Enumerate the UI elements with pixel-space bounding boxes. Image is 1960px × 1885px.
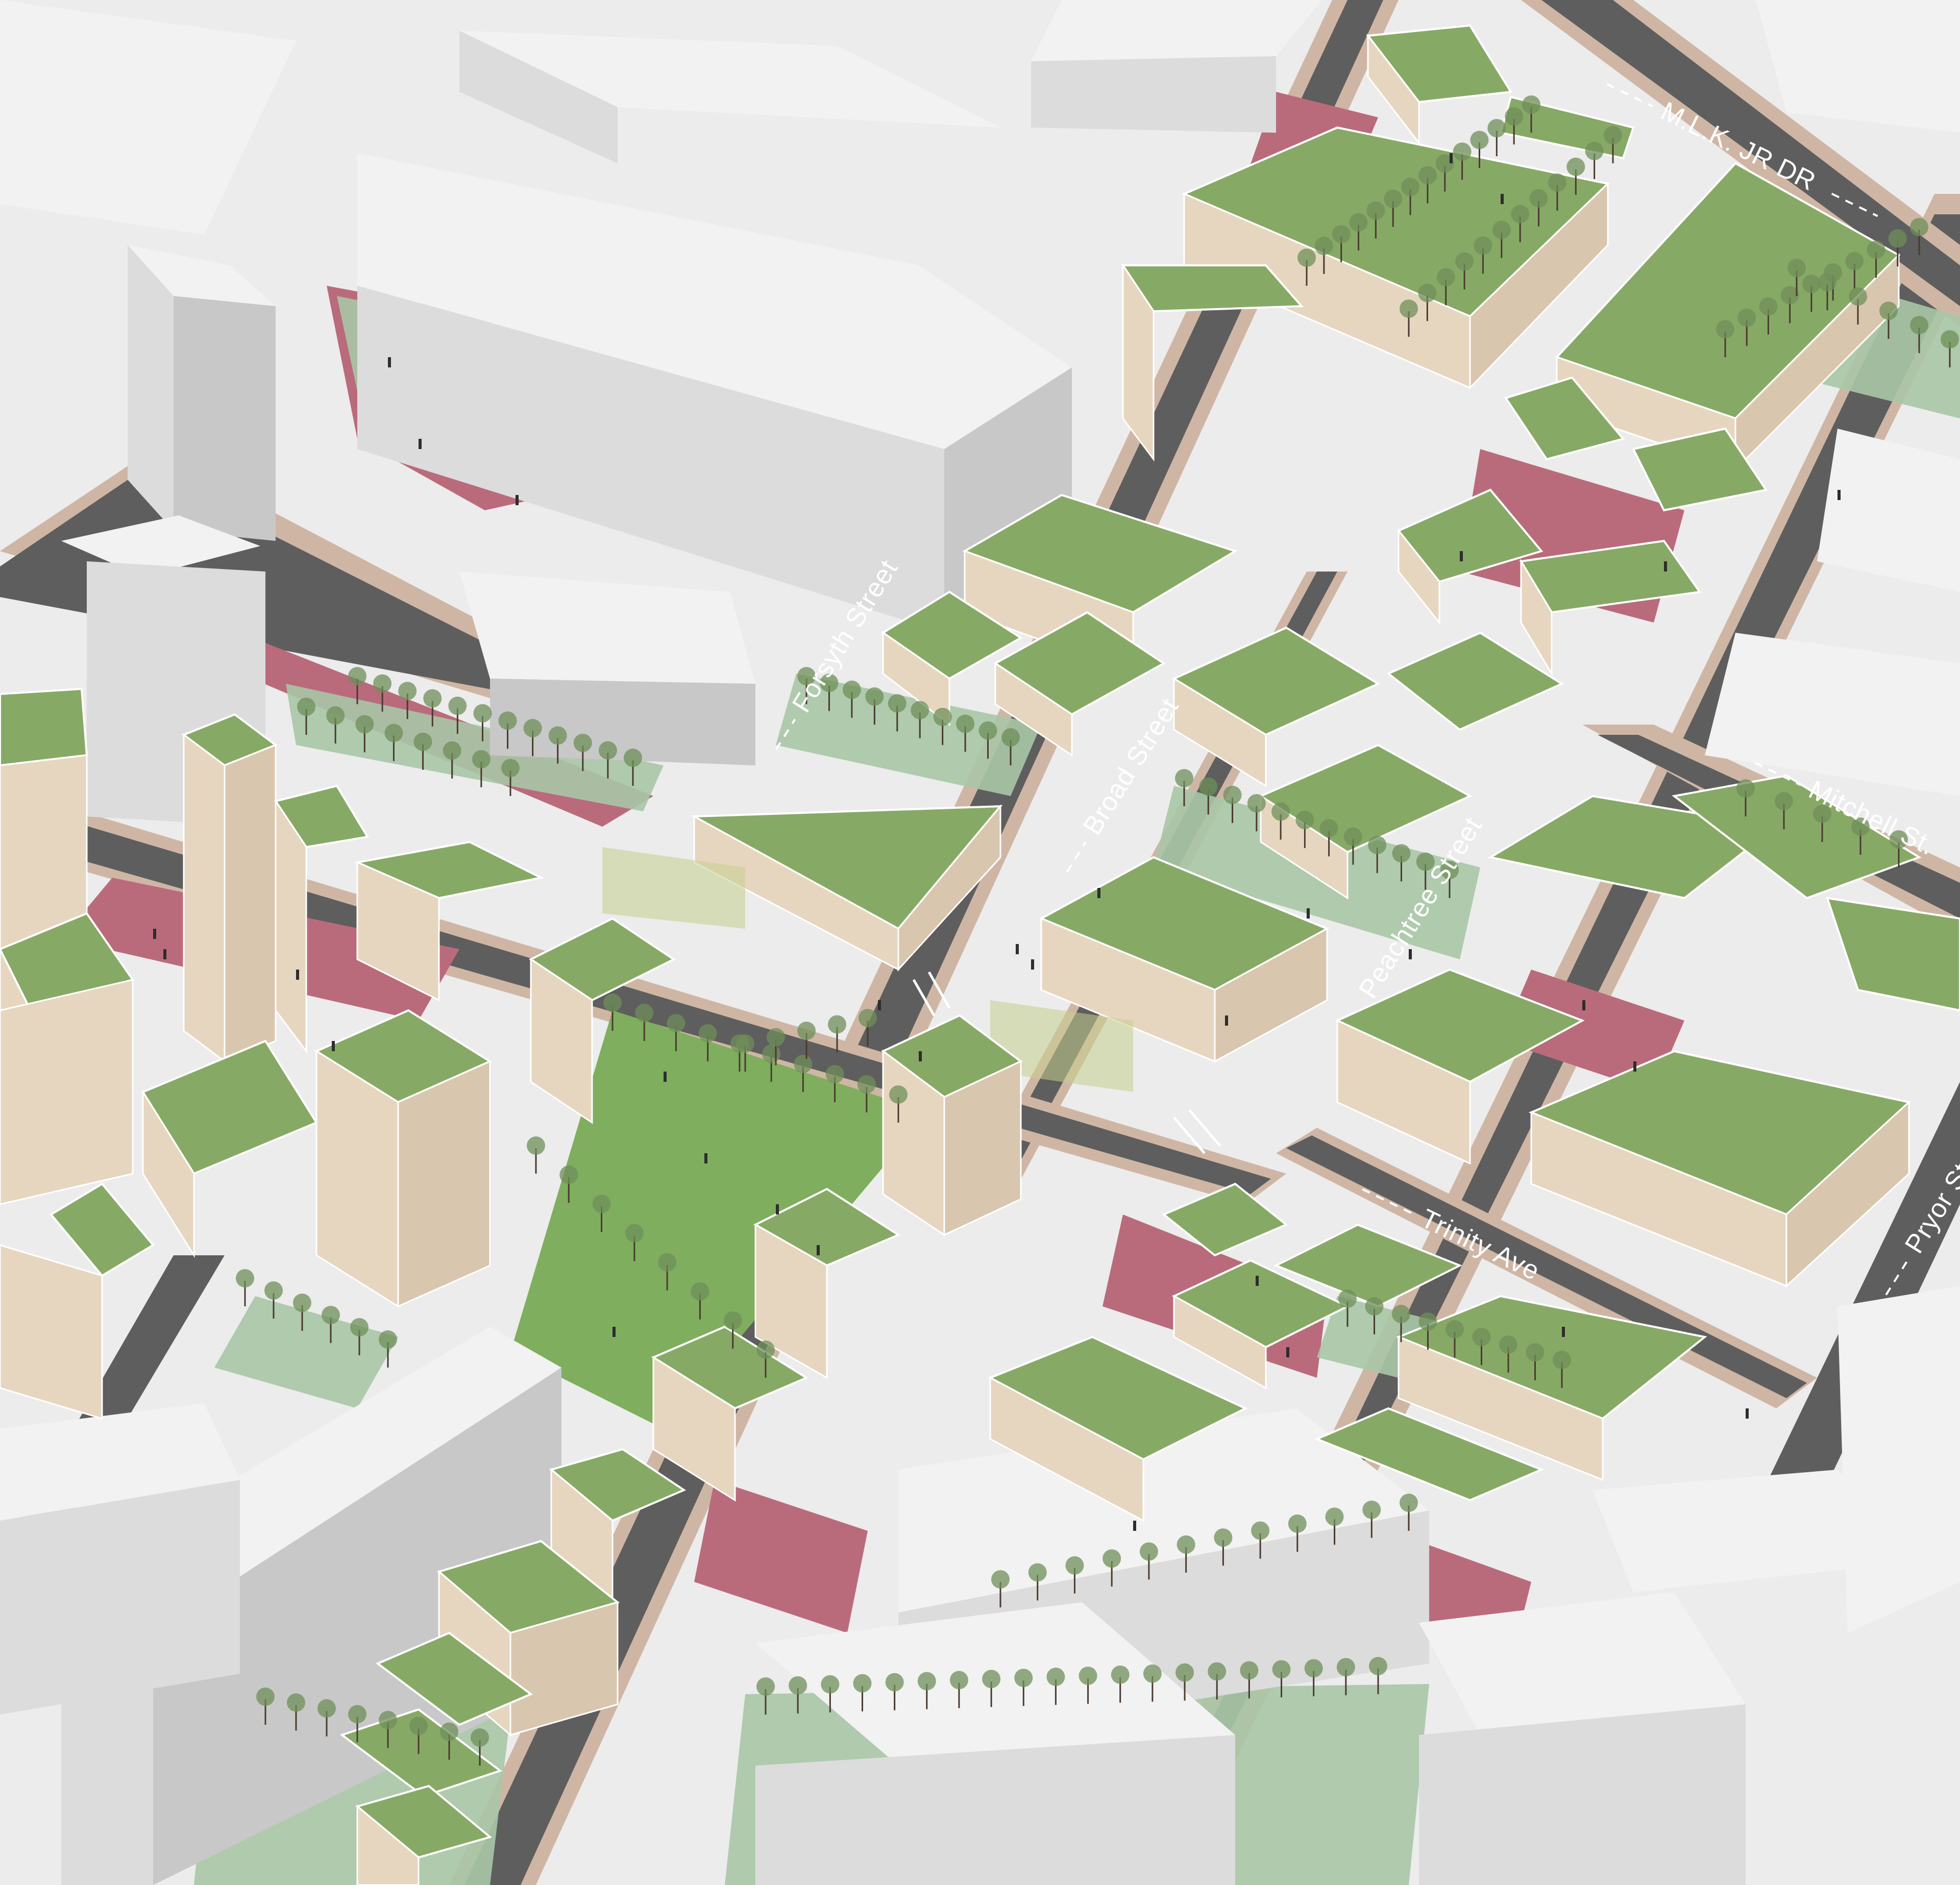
context-building-roof xyxy=(1031,0,1322,61)
pedestrian xyxy=(1307,908,1310,919)
context-building-wall xyxy=(1419,1704,1746,1885)
green-roof xyxy=(0,687,88,767)
pedestrian xyxy=(1501,194,1504,204)
pedestrian xyxy=(388,357,391,367)
pedestrian xyxy=(1225,1015,1228,1026)
pedestrian xyxy=(1016,944,1019,954)
pedestrian xyxy=(1582,1000,1585,1010)
pedestrian xyxy=(332,1041,335,1051)
pedestrian xyxy=(612,1327,616,1337)
pedestrian xyxy=(296,970,299,980)
pedestrian xyxy=(1633,1061,1636,1072)
pedestrian xyxy=(1286,1347,1289,1357)
pedestrian xyxy=(516,495,519,505)
pedestrian xyxy=(163,949,166,959)
building-wall xyxy=(224,743,277,1063)
pedestrian xyxy=(1256,1276,1259,1286)
context-building-roof xyxy=(1837,1286,1960,1633)
pedestrian xyxy=(419,439,422,449)
pedestrian xyxy=(1460,551,1463,561)
pedestrian xyxy=(1097,888,1100,898)
building-wall xyxy=(0,979,134,1205)
pedestrian xyxy=(1746,1408,1749,1419)
pedestrian xyxy=(704,1153,707,1163)
pedestrian xyxy=(664,1072,667,1082)
context-tower-wall xyxy=(174,296,276,541)
pedestrian xyxy=(1562,1327,1565,1337)
building-wall xyxy=(183,733,226,1063)
context-building-wall xyxy=(1031,56,1276,133)
pedestrian xyxy=(1133,1521,1136,1531)
pedestrian xyxy=(1837,490,1841,500)
building-wall xyxy=(397,1060,491,1308)
building-wall xyxy=(0,1244,103,1420)
pedestrian xyxy=(776,1204,779,1214)
pedestrian xyxy=(817,1245,820,1255)
pedestrian xyxy=(919,1051,922,1061)
pedestrian xyxy=(153,929,156,939)
pedestrian xyxy=(878,1000,881,1010)
pedestrian xyxy=(1031,959,1034,970)
context-building-wall xyxy=(0,1480,240,1715)
isometric-site-map: Forsyth Street Broad Street Peachtree St… xyxy=(0,0,1960,1885)
pedestrian xyxy=(1450,153,1453,163)
pedestrian xyxy=(1664,561,1667,572)
